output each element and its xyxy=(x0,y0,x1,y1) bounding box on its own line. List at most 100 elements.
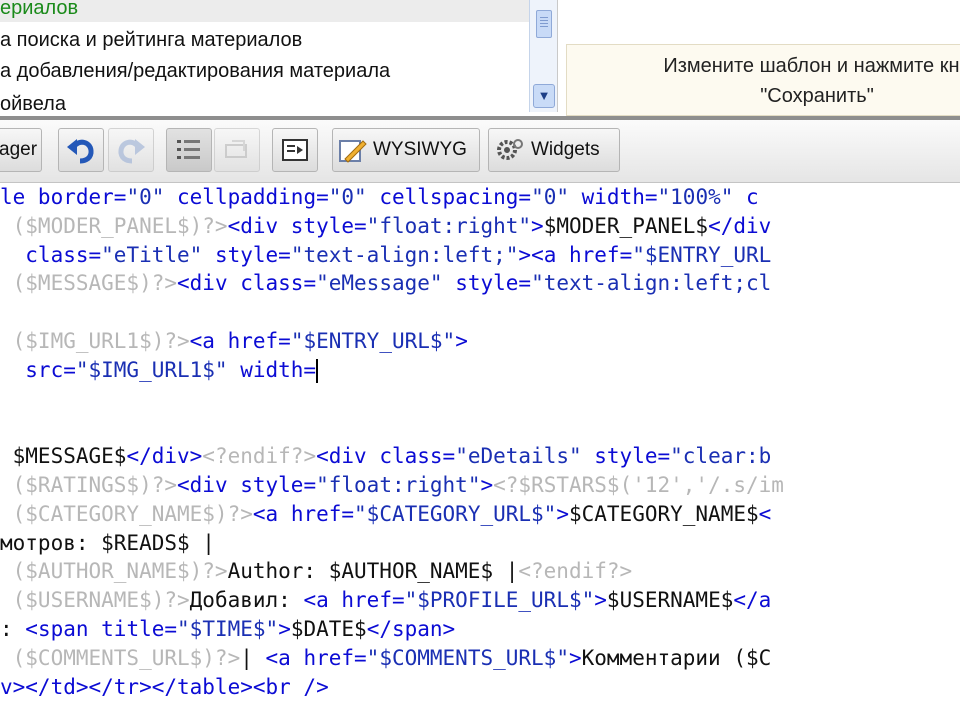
code-token: <?endif?> xyxy=(518,559,633,584)
code-line[interactable]: $MESSAGE$</div><?endif?><div class="eDet… xyxy=(0,442,772,471)
scroll-down-icon[interactable]: ▼ xyxy=(533,84,555,108)
code-token: <?endif?> xyxy=(202,444,317,469)
code-token: мотров: $READS$ | xyxy=(0,530,215,555)
widgets-button[interactable]: Widgets xyxy=(488,128,620,172)
code-token: > xyxy=(278,617,291,641)
code-line[interactable]: ($MESSAGE$)?><div class="eMessage" style… xyxy=(0,269,772,298)
code-token: "$IMG_URL1$" xyxy=(75,357,228,382)
code-token: "0" xyxy=(531,185,569,209)
code-line[interactable]: v></td></tr></table><br /> xyxy=(0,673,329,702)
code-line[interactable]: ($CATEGORY_NAME$)?><a href="$CATEGORY_UR… xyxy=(0,500,772,529)
code-token: <a xyxy=(303,588,329,613)
code-token: href= xyxy=(290,645,367,670)
code-line[interactable]: ($USERNAME$)?>Добавил: <a href="$PROFILE… xyxy=(0,586,772,615)
template-list-item[interactable]: а поиска и рейтинга материалов xyxy=(0,26,302,54)
code-token: <div xyxy=(316,444,367,469)
code-token: $MODER_PANEL$ xyxy=(543,213,709,238)
code-token: < xyxy=(758,501,772,526)
hint-line-1: Измените шаблон и нажмите кно xyxy=(663,55,960,77)
code-token: $CATEGORY_NAME$ xyxy=(568,501,759,526)
code-token: : xyxy=(0,617,26,641)
code-token: src= xyxy=(0,357,76,382)
code-token: > xyxy=(518,242,532,267)
code-line[interactable]: : <span title="$TIME$">$DATE$</span> xyxy=(0,615,455,644)
code-token: style= xyxy=(227,473,317,497)
hint-text: Измените шаблон и нажмите кно "Сохранить… xyxy=(567,51,960,111)
code-token: "text-align:left;cl xyxy=(531,271,772,296)
code-line[interactable]: ($COMMENTS_URL$)?>| <a href="$COMMENTS_U… xyxy=(0,644,772,673)
code-token: c xyxy=(733,185,759,209)
code-token: ($COMMENTS_URL$)?> xyxy=(0,645,241,670)
code-token: <a xyxy=(252,501,279,526)
manager-button[interactable]: ager xyxy=(0,128,42,172)
template-list-scrollbar[interactable]: ▼ xyxy=(529,0,557,112)
manager-label: ager xyxy=(0,139,38,160)
code-editor[interactable]: le border="0" cellpadding="0" cellspacin… xyxy=(0,183,960,720)
code-token: > xyxy=(594,588,607,613)
code-token: href= xyxy=(214,329,291,353)
code-token: style= xyxy=(581,444,671,469)
fullscreen-icon xyxy=(282,139,308,161)
code-token: <span xyxy=(25,617,89,641)
code-token: <a xyxy=(189,329,215,353)
code-token: href= xyxy=(556,242,633,267)
code-token: ($CATEGORY_NAME$)?> xyxy=(0,501,253,526)
code-token: > xyxy=(455,329,468,353)
code-token: > xyxy=(480,473,494,497)
code-line[interactable]: ($MODER_PANEL$)?><div style="float:right… xyxy=(0,212,772,241)
code-token: cellpadding= xyxy=(164,185,329,209)
code-token: width= xyxy=(227,357,317,382)
line-numbers-icon xyxy=(177,140,200,159)
code-line[interactable]: ($AUTHOR_NAME$)?>Author: $AUTHOR_NAME$ |… xyxy=(0,557,633,586)
code-token: </div> xyxy=(126,444,203,469)
code-token: ($IMG_URL1$)?> xyxy=(0,329,190,353)
scrollbar-thumb[interactable] xyxy=(536,10,552,38)
line-numbers-button[interactable] xyxy=(166,128,212,172)
fullscreen-button[interactable] xyxy=(272,128,318,172)
code-line[interactable]: le border="0" cellpadding="0" cellspacin… xyxy=(0,183,759,212)
code-token: class= xyxy=(366,444,456,469)
code-token: </a xyxy=(733,588,772,613)
redo-button[interactable] xyxy=(108,128,154,172)
code-token: <a xyxy=(265,645,291,670)
code-token: href= xyxy=(278,501,355,526)
code-token: class= xyxy=(227,271,317,296)
undo-button[interactable] xyxy=(58,128,104,172)
code-token: <a xyxy=(531,242,557,267)
code-line[interactable]: class="eTitle" style="text-align:left;">… xyxy=(0,241,771,270)
redo-icon xyxy=(118,139,145,164)
code-token: $USERNAME$ xyxy=(606,588,734,613)
code-token: le border= xyxy=(0,185,127,209)
highlight-icon xyxy=(225,140,247,158)
code-token: width= xyxy=(569,185,658,209)
wysiwyg-icon xyxy=(339,140,367,163)
code-line[interactable]: ($RATINGS$)?><div style="float:right"><?… xyxy=(0,471,784,500)
code-token: "$ENTRY_URL$" xyxy=(290,329,456,353)
code-token: "$CATEGORY_URL$" xyxy=(354,501,557,526)
hint-line-2: "Сохранить" xyxy=(760,85,874,107)
template-list[interactable]: ериалов а поиска и рейтинга материалов а… xyxy=(0,0,558,112)
code-token: > xyxy=(556,501,569,526)
text-cursor xyxy=(316,358,319,383)
code-token: "text-align:left;" xyxy=(290,242,519,267)
wysiwyg-button[interactable]: WYSIWYG xyxy=(332,128,480,172)
code-line[interactable]: src="$IMG_URL1$" width= xyxy=(0,356,319,385)
code-token: <div xyxy=(177,271,228,296)
highlight-button[interactable] xyxy=(214,128,260,172)
undo-icon xyxy=(67,139,94,164)
code-token: class= xyxy=(0,242,102,267)
template-list-item[interactable]: ойвела xyxy=(0,90,66,112)
wysiwyg-label: WYSIWYG xyxy=(373,139,467,160)
code-token: v></td></tr></table><br /> xyxy=(0,674,329,699)
code-token: "$COMMENTS_URL$" xyxy=(366,645,569,670)
code-line[interactable]: мотров: $READS$ | xyxy=(0,529,215,558)
template-list-item[interactable]: а добавления/редактирования материала xyxy=(0,57,390,85)
code-token: "eDetails" xyxy=(455,444,582,469)
code-token: "0" xyxy=(328,185,367,209)
code-token: ($MODER_PANEL$)?> xyxy=(0,213,228,238)
code-line[interactable]: ($IMG_URL1$)?><a href="$ENTRY_URL$"> xyxy=(0,327,468,356)
code-token: $DATE$ xyxy=(290,617,367,641)
code-token: <?$RSTARS$('12','/.s/im xyxy=(493,473,784,497)
template-list-item[interactable]: ериалов xyxy=(0,0,529,22)
code-token: Добавил: xyxy=(189,588,304,613)
